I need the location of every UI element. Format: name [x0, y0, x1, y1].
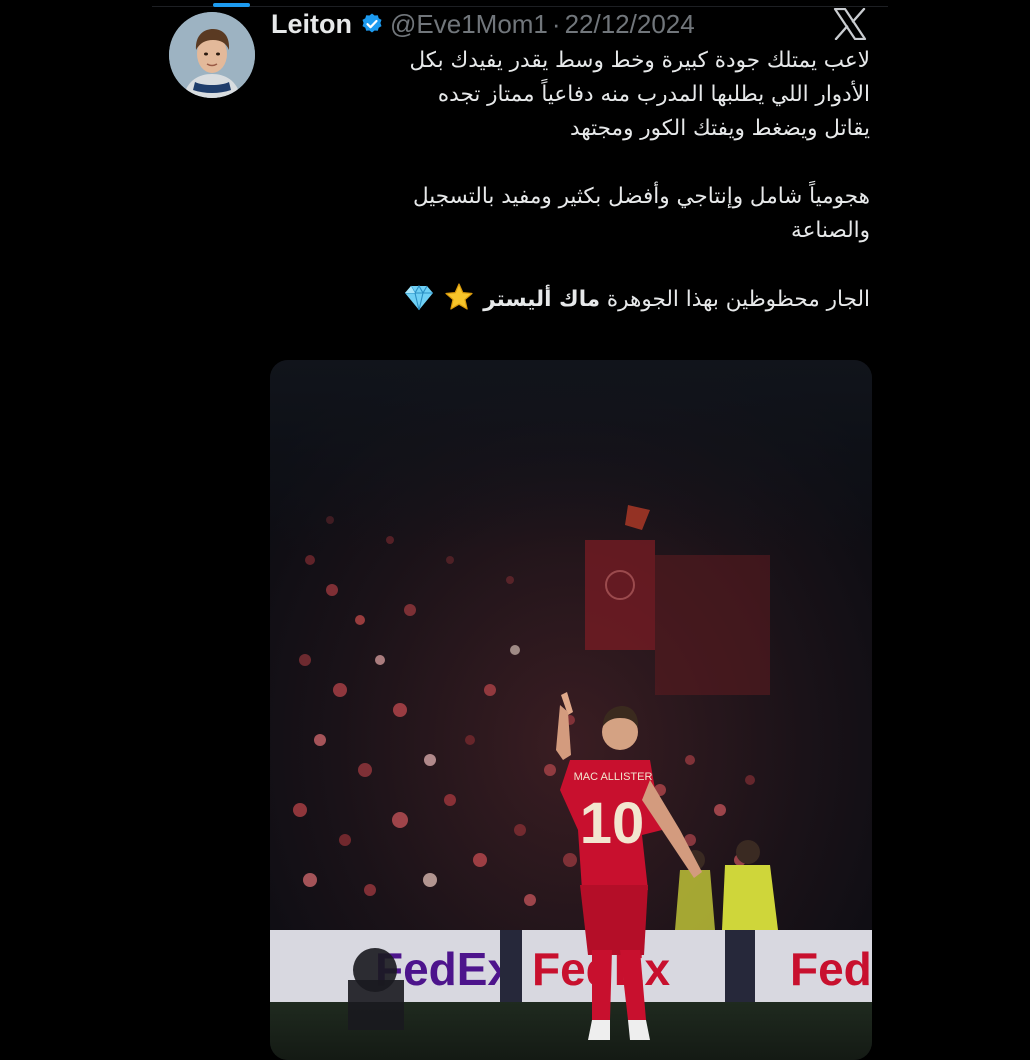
avatar[interactable] — [169, 12, 255, 98]
tweet-text: لاعب يمتلك جودة كبيرة وخط وسط يقدر يفيدك… — [270, 44, 870, 317]
meta-separator: · — [551, 8, 561, 39]
tweet-line: الأدوار اللي يطلبها المدرب منه دفاعياً م… — [437, 82, 870, 107]
tweet-line-last: الجار محظوظين بهذا الجوهرة ماك أليستر — [270, 282, 870, 317]
tweet-media-photo[interactable]: FedEx FedEx FedEx MAC ALLISTER 10 — [270, 360, 872, 1060]
player-name-bold: ماك أليستر — [483, 287, 601, 312]
author-display-name[interactable]: Leiton — [271, 9, 352, 40]
avatar-image — [169, 12, 255, 98]
x-logo-icon — [833, 8, 867, 40]
author-handle[interactable]: @Eve1Mom1 — [390, 9, 548, 40]
jersey-number: 10 — [580, 791, 645, 856]
tweet-line: والصناعة — [791, 218, 870, 243]
star-icon — [445, 283, 474, 310]
jersey-name: MAC ALLISTER — [574, 771, 653, 783]
tweet-line: هجومياً شامل وإنتاجي وأفضل بكثير ومفيد ب… — [412, 184, 870, 209]
tweet-line-text: الجار محظوظين بهذا الجوهرة — [606, 287, 870, 312]
tweet-date[interactable]: 22/12/2024 — [565, 9, 695, 40]
ad-board-text: FedEx — [790, 943, 872, 995]
gem-icon — [404, 284, 433, 311]
tweet-line: يقاتل ويضغط ويفتك الكور ومجتهد — [569, 116, 870, 141]
verified-badge-icon — [362, 13, 382, 33]
tweet-header: Leiton @Eve1Mom1 · 22/12/2024 — [271, 6, 695, 42]
tab-indicator — [213, 3, 250, 7]
media-image: FedEx FedEx FedEx MAC ALLISTER 10 — [270, 360, 872, 1060]
tweet-line: لاعب يمتلك جودة كبيرة وخط وسط يقدر يفيدك… — [409, 48, 871, 73]
